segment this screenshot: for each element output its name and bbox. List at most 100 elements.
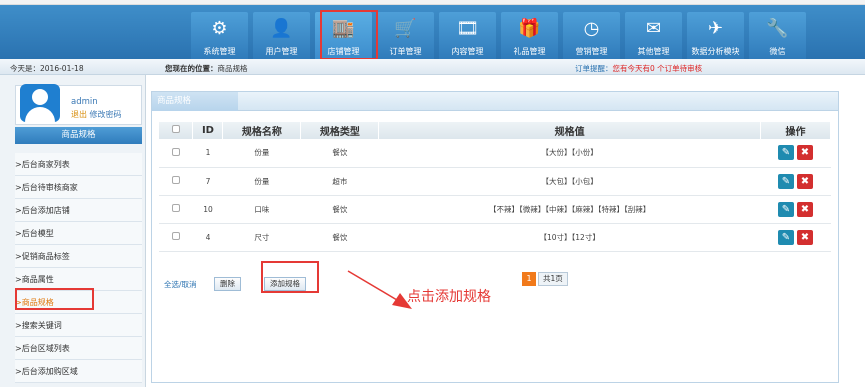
edit-icon[interactable]: ✎ [778,229,794,245]
checkbox[interactable] [171,147,180,156]
nav-label: 微信 [769,47,786,56]
sidebar-item[interactable]: >后台区域列表 [15,337,142,360]
nav-item-content[interactable]: 🎞 内容管理 [439,12,496,63]
mail-icon: ✉ [645,18,662,39]
status-bar: 今天是：2016-01-18 您现在的位置：商品规格 订单提醒：您有今天有0 个… [0,59,865,75]
sidebar-item[interactable]: >后台商家列表 [15,153,142,176]
spec-panel: 商品规格 ID 规格名称 规格类型 规格值 操作 1 份量 餐饮 【大份】【小份… [151,91,839,383]
cell-values: 【不辣】【微辣】【中辣】【麻辣】【特辣】【刮辣】 [378,195,761,224]
row-select[interactable] [159,139,193,168]
nav-label: 用户管理 [265,47,298,56]
sidebar-item[interactable]: >促销商品标签 [15,245,142,268]
sidebar-item[interactable]: >搜索关键词 [15,314,142,337]
nav-label: 礼品管理 [513,47,546,56]
table-footer: 全选/取消 删除 添加规格 [152,274,838,298]
reminder-prefix: 订单提醒： [575,64,613,73]
sidebar-title: 商品规格 [15,127,142,144]
row-select[interactable] [159,167,193,196]
sidebar-list: >后台商家列表 >后台待审核商家 >后台添加店铺 >后台模型 >促销商品标签 >… [15,153,142,383]
header-name: 规格名称 [222,122,302,139]
cell-type: 餐饮 [300,223,379,252]
nav-label: 营销管理 [575,47,608,56]
cell-name: 份量 [222,167,301,196]
main-nav: ⚙ 系统管理 👤 用户管理 🏬 店铺管理 🛒 订单管理 🎞 内容管理 🎁 礼品管… [191,12,811,63]
page-total: 共1页 [538,272,568,286]
cell-name: 份量 [222,139,301,168]
nav-item-other[interactable]: ✉ 其他管理 [625,12,682,63]
cell-type: 超市 [300,167,379,196]
cell-type: 餐饮 [300,139,379,168]
cell-ops: ✎ ✖ [760,139,831,168]
sidebar-item[interactable]: >后台模型 [15,222,142,245]
nav-item-wechat[interactable]: 🔧 微信 [749,12,806,63]
sidebar-item[interactable]: >后台待审核商家 [15,176,142,199]
add-button-highlight-box [261,261,319,293]
user-links: 退出 修改密码 [71,109,122,120]
cell-name: 尺寸 [222,223,301,252]
cell-ops: ✎ ✖ [760,195,831,224]
checkbox[interactable] [171,232,180,240]
cell-id: 10 [192,195,223,224]
nav-label: 其他管理 [637,47,670,56]
nav-item-system[interactable]: ⚙ 系统管理 [191,12,248,63]
delete-icon[interactable]: ✖ [797,173,813,189]
row-select[interactable] [159,223,193,252]
cell-id: 7 [192,167,223,196]
table-row: 4 尺寸 餐饮 【10寸】【12寸】 ✎ ✖ [159,223,831,252]
breadcrumb-prefix: 您现在的位置： [165,64,218,73]
delete-icon[interactable]: ✖ [797,229,813,245]
sidebar: admin 退出 修改密码 商品规格 >后台商家列表 >后台待审核商家 >后台添… [0,75,146,387]
pagination: 1 共1页 [522,272,568,286]
nav-label: 数据分析模块 [691,47,740,56]
select-all-link[interactable]: 全选/取消 [164,279,197,290]
user-name: admin [71,97,98,107]
today-text: 今天是：2016-01-18 [10,64,84,73]
header-id: ID [192,122,224,139]
wrench-icon: 🔧 [766,18,789,39]
table-row: 1 份量 餐饮 【大份】【小份】 ✎ ✖ [159,139,831,168]
cell-values: 【大份】【小份】 [378,139,761,168]
row-select[interactable] [159,195,193,224]
checkbox[interactable] [171,176,180,184]
checkbox[interactable] [171,204,180,212]
cell-id: 1 [192,139,223,168]
sidebar-item[interactable]: >后台添加购区域 [15,360,142,383]
sidebar-item[interactable]: >后台添加店铺 [15,199,142,222]
table-row: 7 份量 超市 【大包】【小包】 ✎ ✖ [159,167,831,196]
edit-icon[interactable]: ✎ [778,173,794,189]
logout-link[interactable]: 退出 [71,110,87,119]
cell-ops: ✎ ✖ [760,167,831,196]
cell-ops: ✎ ✖ [760,223,831,252]
nav-label: 系统管理 [203,47,236,56]
breadcrumb-current: 商品规格 [217,64,248,73]
gift-icon: 🎁 [518,18,541,39]
header-select[interactable] [159,122,194,139]
header-values: 规格值 [378,122,761,139]
nav-item-gifts[interactable]: 🎁 礼品管理 [501,12,558,63]
delete-button[interactable]: 删除 [214,277,241,291]
edit-icon[interactable]: ✎ [778,145,794,161]
cell-name: 口味 [222,195,301,224]
spec-table: ID 规格名称 规格类型 规格值 操作 1 份量 餐饮 【大份】【小份】 ✎✖ [159,122,831,252]
edit-icon[interactable]: ✎ [778,201,794,217]
nav-item-users[interactable]: 👤 用户管理 [253,12,310,63]
reminder-text: 您有今天有0 个订单待审核 [612,64,703,73]
checkbox[interactable] [171,125,180,133]
change-password-link[interactable]: 修改密码 [90,110,122,119]
nav-item-analytics[interactable]: ✈ 数据分析模块 [687,12,744,63]
table-row: 10 口味 餐饮 【不辣】【微辣】【中辣】【麻辣】【特辣】【刮辣】 ✎ ✖ [159,195,831,224]
panel-tab[interactable]: 商品规格 [152,92,238,111]
avatar [20,84,60,122]
annotation-note: 点击添加规格 [407,289,491,305]
nav-item-orders[interactable]: 🛒 订单管理 [377,12,434,63]
panel-tab-label: 商品规格 [157,96,192,106]
sidebar-highlight-box [15,288,94,310]
delete-icon[interactable]: ✖ [797,201,813,217]
nav-item-marketing[interactable]: ◷ 营销管理 [563,12,620,63]
delete-icon[interactable]: ✖ [797,145,813,161]
cell-type: 餐饮 [300,195,379,224]
cell-values: 【大包】【小包】 [378,167,761,196]
page-current[interactable]: 1 [522,272,536,286]
header-bar: ⚙ 系统管理 👤 用户管理 🏬 店铺管理 🛒 订单管理 🎞 内容管理 🎁 礼品管… [0,5,865,63]
main-area: 商品规格 ID 规格名称 规格类型 规格值 操作 1 份量 餐饮 【大份】【小份… [146,75,865,387]
